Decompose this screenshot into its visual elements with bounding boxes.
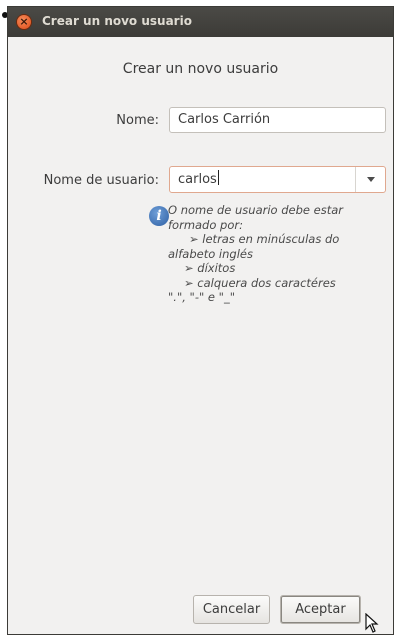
hint-line: formado por: <box>168 217 243 232</box>
dialog-content: Crear un novo usuario Nome: Carlos Carri… <box>8 37 393 634</box>
hint-line: ➢ calquera dos caractéres <box>184 275 336 290</box>
username-label: Nome de usuario: <box>43 173 159 188</box>
username-hint: O nome de usuario debe estar formado por… <box>168 203 393 305</box>
text-caret <box>217 170 219 185</box>
mouse-pointer-icon <box>365 613 379 633</box>
close-icon[interactable]: × <box>17 15 31 29</box>
hint-line: alfabeto inglés <box>168 246 253 261</box>
name-field[interactable]: Carlos Carrión <box>169 107 386 133</box>
title-bar: × Crear un novo usuario <box>8 7 393 37</box>
dialog-header: Crear un novo usuario <box>122 61 279 77</box>
name-label: Nome: <box>116 113 159 128</box>
username-value: carlos <box>178 172 217 187</box>
username-combo[interactable]: carlos <box>169 166 386 193</box>
cancel-button[interactable]: Cancelar <box>193 595 270 624</box>
hint-line: ".", "-" e "_" <box>168 290 235 304</box>
hint-line: O nome de usuario debe estar <box>168 203 343 217</box>
hint-line: ➢ letras en minúsculas do <box>189 232 340 246</box>
hint-line: ➢ díxitos <box>184 261 236 275</box>
window-title: Crear un novo usuario <box>42 14 192 28</box>
accept-button[interactable]: Aceptar <box>280 595 361 624</box>
dropdown-arrow-icon[interactable] <box>355 167 385 192</box>
dialog-window: × Crear un novo usuario Crear un novo us… <box>7 6 394 635</box>
name-value: Carlos Carrión <box>178 112 271 127</box>
info-icon: i <box>149 206 169 226</box>
